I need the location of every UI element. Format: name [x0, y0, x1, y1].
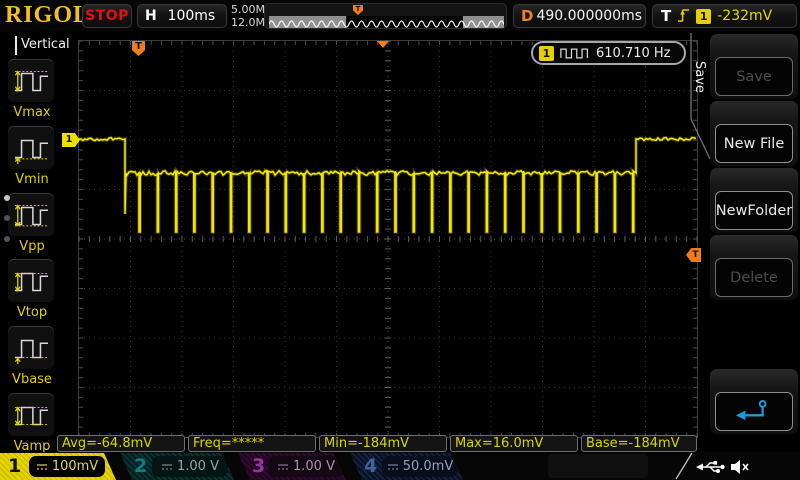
delay-box[interactable]: D 490.000000ms — [513, 4, 646, 28]
channel2-number: 2 — [134, 455, 147, 477]
timebase-preview-bar[interactable]: T — [264, 3, 507, 29]
vamp-waveform-icon — [12, 398, 50, 432]
status-message-area — [548, 454, 648, 478]
delay-label: D — [521, 7, 533, 25]
rising-edge-icon — [677, 8, 690, 24]
horizontal-label: H — [145, 8, 157, 24]
save-menu: Save Save New File NewFolder Delete — [684, 31, 800, 451]
return-arrow-icon — [733, 399, 775, 424]
channel3-number: 3 — [252, 455, 265, 477]
dc-coupling-icon — [277, 463, 289, 471]
measure-item-vbase[interactable]: Vbase — [8, 326, 56, 387]
menu-title-divider — [15, 36, 17, 55]
channel1-number: 1 — [8, 455, 21, 477]
trigger-level-value: -232mV — [717, 8, 772, 24]
measure-item-vmax[interactable]: Vmax — [8, 59, 56, 120]
save-button: Save — [715, 57, 793, 96]
measure-item-vamp[interactable]: Vamp — [8, 393, 56, 454]
rigol-logo: RIGOL — [5, 2, 90, 29]
new-folder-button: NewFolder — [715, 191, 793, 230]
softkey-new-folder[interactable]: NewFolder — [710, 168, 798, 233]
trigger-box[interactable]: T 1 -232mV — [652, 4, 797, 28]
speaker-muted-icon — [730, 459, 750, 475]
measure-item-vtop[interactable]: Vtop — [8, 259, 56, 320]
measurement-min[interactable]: Min=-184mV — [319, 435, 447, 452]
channel3-scale: 1.00 V — [293, 459, 335, 474]
softkey-new-file[interactable]: New File — [710, 101, 798, 166]
dc-coupling-icon — [36, 463, 48, 471]
delete-button: Delete — [715, 258, 793, 297]
channel4-scale-box: 50.0mV — [382, 456, 458, 477]
page-dot — [4, 215, 10, 221]
preview-trigger-marker[interactable]: T — [353, 5, 363, 15]
channel2-scale-box: 1.00 V — [152, 456, 228, 477]
vpp-waveform-icon — [12, 198, 50, 232]
frequency-counter: 1 610.710 Hz — [531, 41, 686, 65]
channel1-scale: 100mV — [52, 459, 98, 474]
record-strip — [269, 16, 504, 28]
measure-item-vpp[interactable]: Vpp — [8, 193, 56, 254]
channel2-status[interactable]: 2 1.00 V — [120, 453, 234, 480]
timebase-value: 100ms — [157, 8, 226, 24]
measurement-base[interactable]: Base=-184mV — [581, 435, 697, 452]
waveform-display-area — [78, 40, 698, 438]
vbase-waveform-icon — [12, 331, 50, 365]
run-state-button[interactable]: STOP — [82, 4, 132, 28]
channel4-status[interactable]: 4 50.0mV — [350, 453, 463, 480]
softkey-save[interactable]: Save — [710, 34, 798, 99]
usb-icon — [696, 459, 726, 475]
top-status-bar: RIGOL STOP H 100ms 5.00MSa/s 12.0M pts T… — [0, 0, 800, 31]
softkey-return[interactable] — [710, 369, 798, 434]
measure-menu: Vertical Vmax Vmin Vpp — [0, 31, 64, 451]
vmin-waveform-icon — [12, 131, 50, 165]
page-dot-active — [4, 195, 10, 201]
measure-item-vmin[interactable]: Vmin — [8, 126, 56, 187]
delay-value: 490.000000ms — [533, 8, 645, 24]
oscilloscope-screen: RIGOL STOP H 100ms 5.00MSa/s 12.0M pts T… — [0, 0, 800, 480]
freq-counter-channel-badge: 1 — [539, 46, 554, 61]
channel-status-bar: 1 100mV 2 1.00 V 3 1.0 — [0, 452, 800, 480]
channel1-status[interactable]: 1 100mV — [0, 453, 116, 480]
status-separator — [670, 452, 696, 480]
new-file-button: New File — [715, 124, 793, 163]
menu-tab-save: Save — [692, 61, 707, 93]
measurement-avg[interactable]: Avg=-64.8mV — [57, 435, 185, 452]
channel4-scale: 50.0mV — [403, 459, 454, 474]
measurement-freq[interactable]: Freq=***** — [188, 435, 316, 452]
channel1-scale-box: 100mV — [29, 456, 105, 477]
square-wave-icon — [560, 48, 590, 59]
trigger-label: T — [661, 7, 671, 25]
return-button — [715, 392, 793, 431]
page-dot — [4, 236, 10, 242]
horizontal-timebase-box[interactable]: H 100ms — [137, 4, 227, 28]
display-window-region[interactable] — [346, 16, 463, 28]
channel2-scale: 1.00 V — [177, 459, 219, 474]
channel3-status[interactable]: 3 1.00 V — [238, 453, 346, 480]
dc-coupling-icon — [387, 463, 399, 471]
trigger-source-badge: 1 — [696, 9, 711, 24]
vmax-waveform-icon — [12, 64, 50, 98]
graticule-grid — [79, 41, 697, 437]
channel4-number: 4 — [364, 455, 377, 477]
measure-menu-title: Vertical — [21, 37, 70, 52]
measurement-max[interactable]: Max=16.0mV — [450, 435, 578, 452]
trigger-delay-triangle-icon[interactable] — [377, 41, 389, 48]
frequency-value: 610.710 Hz — [596, 46, 671, 61]
softkey-delete[interactable]: Delete — [710, 235, 798, 300]
channel3-scale-box: 1.00 V — [268, 456, 344, 477]
vtop-waveform-icon — [12, 264, 50, 298]
dc-coupling-icon — [161, 463, 173, 471]
